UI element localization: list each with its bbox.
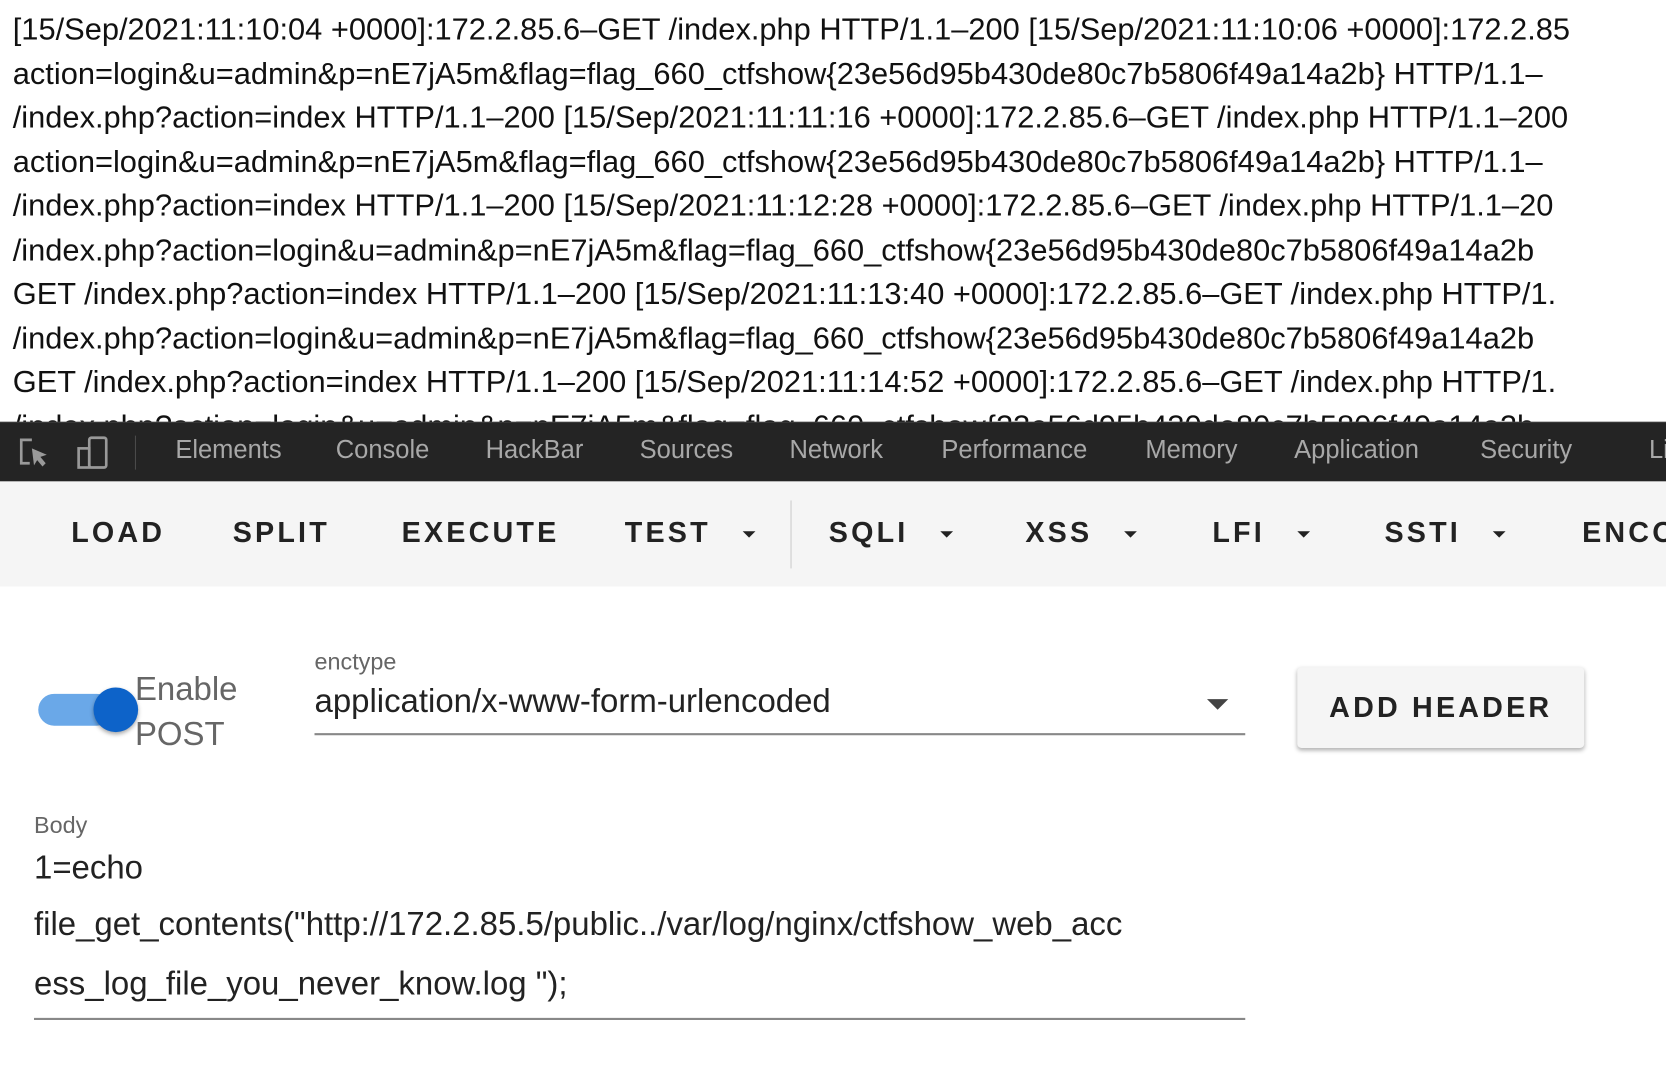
xss-label: XSS [1025,516,1093,549]
log-line: /index.php?action=index HTTP/1.1–200 [15… [12,189,1554,224]
body-textarea[interactable]: 1=echo file_get_contents("http://172.2.8… [34,842,1246,1020]
lfi-menu-button[interactable]: LFI [1212,516,1310,549]
divider [134,435,136,470]
enable-post-label: Enable POST [134,670,238,753]
hackbar-toolbar: LOAD SPLIT EXECUTE TEST SQLI XSS LFI SST… [0,481,1666,587]
log-line: /index.php?action=login&u=admin&p=nE7jA5… [0,405,1666,422]
encoding-menu-button[interactable]: ENCO [1582,516,1666,549]
sqli-menu-button[interactable]: SQLI [828,516,954,549]
lfi-label: LFI [1212,516,1265,549]
enctype-value: application/x-www-form-urlencoded [314,682,831,720]
tab-security[interactable]: Security [1480,436,1572,466]
caret-down-icon [1296,531,1310,538]
device-toolbar-icon[interactable] [77,436,111,475]
tab-application[interactable]: Application [1294,436,1419,466]
enctype-select[interactable]: application/x-www-form-urlencoded [314,682,1246,736]
split-button[interactable]: SPLIT [233,516,330,549]
body-line: file_get_contents("http://172.2.85.5/pub… [34,905,1123,943]
tab-lighthouse[interactable]: Li [1649,436,1666,466]
enctype-label: enctype [314,648,397,675]
load-button[interactable]: LOAD [71,516,165,549]
ssti-label: SSTI [1384,516,1461,549]
xss-menu-button[interactable]: XSS [1025,516,1137,549]
inspect-element-icon[interactable] [17,436,51,475]
log-line: /index.php?action=index HTTP/1.1–200 [15… [12,100,1569,135]
body-line: 1=echo [34,848,143,887]
add-header-button[interactable]: ADD HEADER [1297,667,1585,748]
sqli-label: SQLI [828,516,909,549]
tab-network[interactable]: Network [789,436,883,466]
caret-down-icon [742,531,756,538]
ssti-menu-button[interactable]: SSTI [1384,516,1506,549]
log-line: GET /index.php?action=index HTTP/1.1–200… [12,277,1557,312]
tab-performance[interactable]: Performance [941,436,1087,466]
load-label: LOAD [71,516,166,549]
devtools-tabbar: Elements Console HackBar Sources Network… [0,421,1666,483]
caret-down-icon [1492,531,1506,538]
encoding-label: ENCO [1582,516,1666,549]
tab-hackbar[interactable]: HackBar [486,436,584,466]
split-label: SPLIT [232,516,330,549]
log-line: /index.php?action=login&u=admin&p=nE7jA5… [12,321,1535,356]
divider [790,500,792,569]
tab-memory[interactable]: Memory [1145,436,1237,466]
log-line: action=login&u=admin&p=nE7jA5m&flag=flag… [12,145,1543,180]
page-log-output: [15/Sep/2021:11:10:04 +0000]:172.2.85.6–… [0,0,1666,422]
execute-label: EXECUTE [401,516,560,549]
body-line: ess_log_file_you_never_know.log "); [34,964,568,1002]
caret-down-icon [1124,531,1137,538]
enable-post-toggle[interactable] [38,687,139,733]
execute-button[interactable]: EXECUTE [402,516,560,549]
test-menu-button[interactable]: TEST [625,516,756,549]
log-line: [15/Sep/2021:11:10:04 +0000]:172.2.85.6–… [12,12,1571,47]
test-label: TEST [624,516,711,549]
body-label: Body [34,811,88,839]
log-line: GET /index.php?action=index HTTP/1.1–200… [12,365,1557,400]
tab-console[interactable]: Console [336,436,430,466]
tab-elements[interactable]: Elements [175,436,281,466]
toggle-knob [93,687,139,733]
caret-down-icon [940,531,954,538]
tab-sources[interactable]: Sources [640,436,734,466]
dropdown-arrow-icon [1207,699,1229,710]
log-line: /index.php?action=login&u=admin&p=nE7jA5… [12,233,1535,268]
log-line: action=login&u=admin&p=nE7jA5m&flag=flag… [12,56,1543,91]
